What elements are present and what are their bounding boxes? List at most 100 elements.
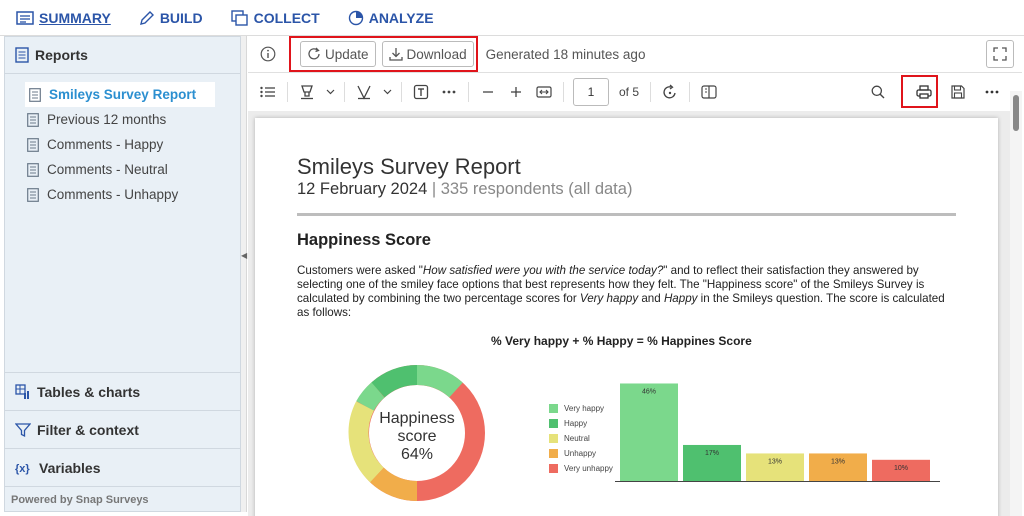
donut-label-line1: Happiness — [379, 410, 455, 427]
toolbar-divider — [689, 82, 691, 102]
section-heading: Happiness Score — [297, 231, 431, 249]
document-icon — [29, 87, 41, 102]
vertical-scrollbar[interactable] — [1010, 91, 1022, 516]
para-text: and — [638, 292, 664, 305]
chart-legend: Very happy Happy Neutral Unhappy Very un… — [549, 401, 613, 476]
nav-collect-label: COLLECT — [253, 9, 320, 26]
nav-summary-label: SUMMARY — [39, 9, 111, 26]
report-item-smileys[interactable]: Smileys Survey Report — [25, 82, 215, 107]
text-tool-icon[interactable] — [407, 77, 435, 107]
legend-item: Very unhappy — [549, 461, 613, 476]
document-icon — [27, 162, 39, 177]
nav-analyze[interactable]: ANALYZE — [348, 10, 434, 26]
page-number-input[interactable]: 1 — [573, 78, 609, 106]
para-happy: Happy — [663, 292, 698, 305]
nav-build[interactable]: BUILD — [139, 10, 203, 26]
top-nav: SUMMARY BUILD COLLECT ANALYZE — [0, 0, 1024, 36]
legend-swatch — [549, 419, 558, 428]
legend-label: Happy — [564, 419, 588, 428]
save-icon[interactable] — [944, 77, 972, 107]
report-item-comments-neutral[interactable]: Comments - Neutral — [5, 157, 240, 182]
chevron-down-icon[interactable] — [321, 77, 339, 107]
legend-label: Very happy — [564, 404, 605, 413]
zoom-in-icon[interactable] — [502, 77, 530, 107]
analyze-icon — [348, 10, 363, 25]
report-title: Smileys Survey Report — [297, 154, 521, 179]
draw-tool-icon[interactable] — [350, 77, 378, 107]
report-page: Smileys Survey Report 12 February 2024 |… — [255, 118, 998, 516]
collapse-arrow-icon[interactable]: ◀ — [241, 251, 247, 260]
toolbar-divider — [468, 82, 469, 102]
page-count: of 5 — [619, 85, 640, 99]
outline-icon[interactable] — [254, 77, 282, 107]
legend-item: Unhappy — [549, 446, 613, 461]
summary-icon — [16, 10, 34, 25]
bar-value-label: 46% — [642, 388, 656, 395]
document-icon — [27, 187, 39, 202]
report-subtitle: 12 February 2024 | 335 respondents (all … — [297, 180, 632, 199]
report-item-previous[interactable]: Previous 12 months — [5, 107, 240, 132]
rotate-icon[interactable] — [656, 77, 684, 107]
generated-status: Generated 18 minutes ago — [485, 46, 646, 62]
fullscreen-icon — [993, 47, 1007, 61]
legend-item: Very happy — [549, 401, 613, 416]
donut-label-value: 64% — [400, 446, 434, 463]
info-icon[interactable] — [254, 39, 282, 69]
report-item-comments-unhappy[interactable]: Comments - Unhappy — [5, 182, 240, 207]
pdf-viewer[interactable]: Smileys Survey Report 12 February 2024 |… — [248, 111, 1010, 516]
fit-width-icon[interactable] — [530, 77, 558, 107]
report-item-comments-happy[interactable]: Comments - Happy — [5, 132, 240, 157]
powered-by: Powered by Snap Surveys — [5, 486, 240, 512]
nav-build-label: BUILD — [159, 9, 203, 26]
report-item-label: Comments - Neutral — [47, 162, 168, 177]
page-view-icon[interactable] — [695, 77, 723, 107]
highlight-tool-icon[interactable] — [293, 77, 321, 107]
panel-splitter[interactable]: ◀ — [241, 36, 247, 512]
report-date: 12 February 2024 — [297, 180, 428, 198]
score-formula: % Very happy + % Happy = % Happines Scor… — [491, 334, 752, 348]
report-item-label: Smileys Survey Report — [49, 87, 197, 102]
legend-swatch — [549, 434, 558, 443]
fullscreen-button[interactable] — [986, 40, 1014, 68]
donut-unhappy — [370, 467, 418, 501]
search-icon[interactable] — [864, 77, 892, 107]
toolbar-divider — [344, 82, 345, 102]
respondents-count: 335 respondents (all data) — [440, 180, 633, 198]
reports-title: Reports — [35, 47, 88, 63]
nav-summary[interactable]: SUMMARY — [16, 10, 111, 26]
toolbar-divider — [650, 82, 652, 102]
zoom-out-icon[interactable] — [474, 77, 502, 107]
legend-swatch — [549, 449, 558, 458]
donut-happy — [371, 364, 418, 398]
donut-very-happy-part — [356, 382, 385, 412]
tables-charts-panel[interactable]: Tables & charts — [5, 372, 240, 410]
legend-label: Neutral — [564, 434, 590, 443]
toolbar-divider — [401, 82, 402, 102]
para-very-happy: Very happy — [579, 292, 639, 305]
title-divider — [297, 213, 956, 216]
variables-panel[interactable]: {x} Variables — [5, 448, 240, 486]
more-options-icon[interactable] — [978, 77, 1006, 107]
para-text: Customers were asked " — [297, 264, 423, 277]
scrollbar-thumb[interactable] — [1013, 95, 1019, 131]
variables-label: Variables — [39, 459, 101, 476]
bar-value-label: 17% — [705, 450, 719, 457]
para-question: How satisfied were you with the service … — [422, 264, 664, 277]
report-list: Smileys Survey Report Previous 12 months… — [5, 74, 240, 207]
reports-header[interactable]: Reports — [5, 37, 240, 74]
more-tools-icon[interactable] — [435, 77, 463, 107]
legend-label: Unhappy — [564, 449, 597, 458]
nav-collect[interactable]: COLLECT — [230, 9, 320, 26]
report-item-label: Previous 12 months — [47, 112, 167, 127]
report-item-label: Comments - Happy — [47, 137, 164, 152]
toolbar-divider — [287, 82, 288, 102]
tables-charts-label: Tables & charts — [37, 383, 141, 400]
legend-item: Neutral — [549, 431, 613, 446]
report-item-label: Comments - Unhappy — [47, 187, 179, 202]
report-icon — [15, 47, 29, 63]
bar-chart: 46% 17% 13% 13% 10% — [615, 383, 940, 482]
filter-context-panel[interactable]: Filter & context — [5, 410, 240, 448]
bar-value-label: 13% — [768, 458, 782, 465]
chevron-down-icon[interactable] — [378, 77, 396, 107]
legend-item: Happy — [549, 416, 613, 431]
